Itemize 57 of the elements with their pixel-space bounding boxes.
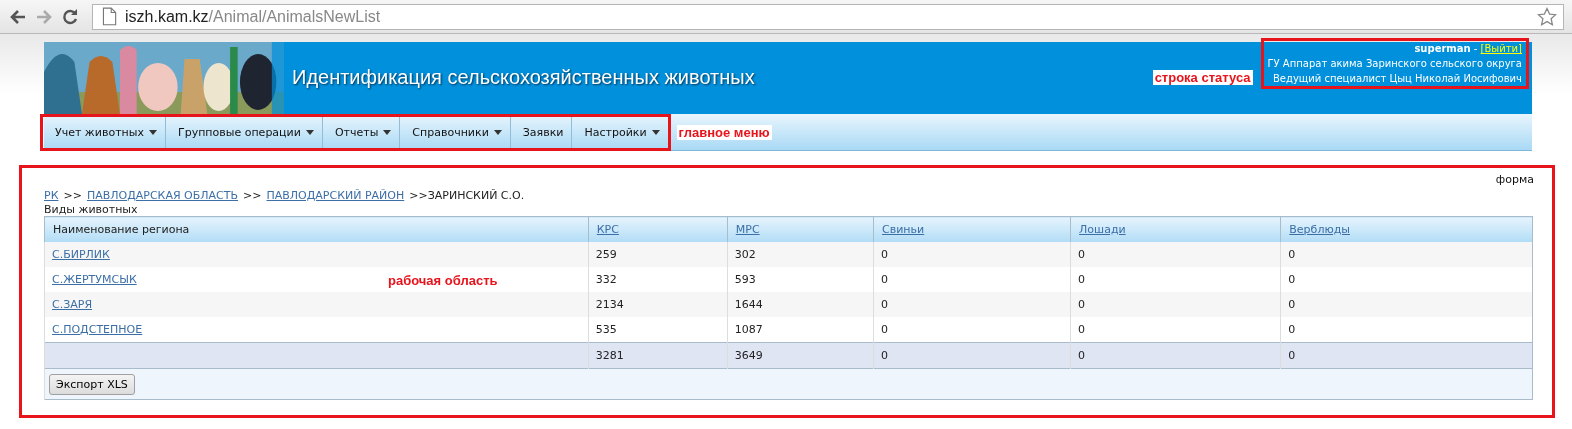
column-header-link[interactable]: Верблюды <box>1289 223 1350 236</box>
table-caption: Виды животных <box>44 203 139 216</box>
star-icon[interactable] <box>1537 6 1557 27</box>
annotation-label: главное меню <box>676 124 772 140</box>
annotation-label: рабочая область <box>387 273 499 288</box>
menu-item[interactable]: Настройки <box>572 116 668 148</box>
total-cell: 0 <box>873 342 1071 369</box>
menu-item[interactable]: Отчеты <box>322 116 401 148</box>
site-title: Идентификация сельскохозяйственных животных <box>292 65 755 89</box>
caret-icon <box>493 129 502 135</box>
column-header-link[interactable]: КРС <box>596 223 619 236</box>
column-header-link[interactable]: МРС <box>735 223 760 236</box>
breadcrumb-link[interactable]: РК <box>44 188 59 203</box>
column-header: Наименование региона <box>44 216 589 242</box>
table-cell: 2134 <box>588 292 728 317</box>
column-header-link[interactable]: Лошади <box>1079 223 1126 236</box>
total-cell: 0 <box>1070 342 1281 369</box>
menu-item[interactable]: Групповые операции <box>165 116 323 148</box>
table-cell: 1644 <box>727 292 874 317</box>
region-link[interactable]: С.ЗАРЯ <box>52 298 93 311</box>
breadcrumb-link[interactable]: ПАВЛОДАРСКАЯ ОБЛАСТЬ <box>86 188 239 203</box>
caret-icon <box>651 129 660 135</box>
organization-text: ГУ Аппарат акима Заринского сельского округа <box>1267 57 1522 71</box>
table-cell: 259 <box>588 242 728 267</box>
export-button[interactable]: Экспорт XLS <box>49 373 135 395</box>
region-link[interactable]: С.ЖЕРТУМСЫК <box>52 273 137 286</box>
breadcrumb-text: >> <box>63 188 82 203</box>
table-cell: 0 <box>1070 292 1281 317</box>
position-text: Ведущий специалист Цыц Николай Иосифович <box>1271 72 1522 86</box>
url-host: iszh.kam.kz <box>125 7 209 25</box>
menu-item[interactable]: Справочники <box>400 116 511 148</box>
menu-item[interactable]: Заявки <box>510 116 573 148</box>
annotation-label: форма <box>1494 172 1535 187</box>
caret-icon <box>305 129 314 135</box>
breadcrumb-text: >>ЗАРИНСКИЙ С.О. <box>409 188 525 203</box>
table-cell: 0 <box>1280 292 1533 317</box>
table-cell: 0 <box>873 292 1071 317</box>
table-cell: 302 <box>727 242 874 267</box>
menu-item[interactable]: Учет животных <box>43 116 166 148</box>
url-path: /Animal/AnimalsNewList <box>208 7 381 25</box>
total-cell: 3281 <box>588 342 728 369</box>
table-cell: 0 <box>1280 242 1533 267</box>
caret-icon <box>383 129 392 135</box>
address-bar[interactable]: iszh.kam.kz/Animal/AnimalsNewList <box>92 3 1564 30</box>
region-link[interactable]: С.БИРЛИК <box>52 248 110 261</box>
column-header-link[interactable]: Свиньи <box>882 223 925 236</box>
total-cell: 0 <box>1280 342 1533 369</box>
caret-icon <box>148 129 157 135</box>
table-cell: 0 <box>873 242 1071 267</box>
table-cell: 0 <box>1070 242 1281 267</box>
logout-link[interactable]: [Выйти] <box>1480 43 1522 54</box>
breadcrumb-link[interactable]: ПАВЛОДАРСКИЙ РАЙОН <box>266 188 405 203</box>
annotation-label: строка статуса <box>1152 69 1253 85</box>
user-line: superman - <box>1414 43 1479 54</box>
breadcrumb-text: >> <box>243 188 262 203</box>
region-link[interactable]: С.ПОДСТЕПНОЕ <box>52 323 143 336</box>
total-cell: 3649 <box>727 342 874 369</box>
